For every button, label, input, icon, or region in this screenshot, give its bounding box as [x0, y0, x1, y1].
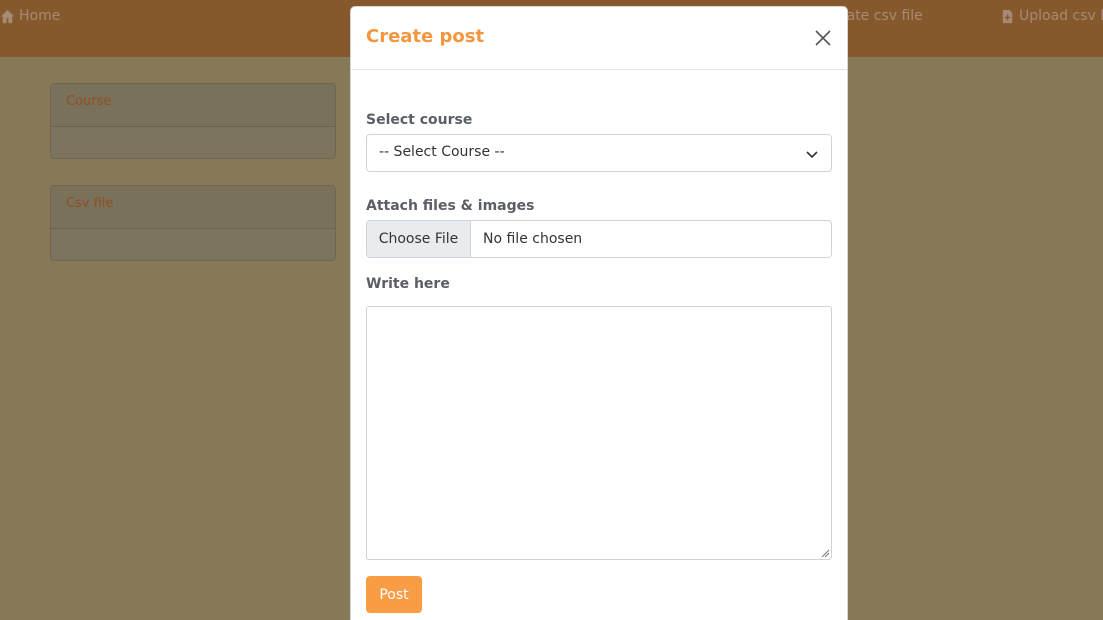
- nav-home-label: Home: [19, 8, 61, 24]
- create-post-modal: Create post Select course -- Select Cour…: [350, 6, 848, 620]
- modal-header: Create post: [351, 7, 847, 70]
- course-card-title: Course: [51, 84, 335, 127]
- csv-card-title: Csv file: [51, 186, 335, 229]
- file-status-text: No file chosen: [483, 231, 583, 247]
- nav-home-link[interactable]: Home: [0, 8, 60, 24]
- course-card: Course: [50, 83, 336, 159]
- attach-files-label: Attach files & images: [366, 198, 535, 214]
- nav-upload-csv-link[interactable]: Upload csv Fi: [1000, 8, 1103, 24]
- nav-create-label: eate csv file: [838, 8, 923, 24]
- file-icon: [1002, 9, 1013, 23]
- resize-handle-icon[interactable]: [821, 549, 830, 558]
- close-icon: [815, 30, 831, 46]
- post-textarea[interactable]: [366, 306, 832, 560]
- csv-card: Csv file: [50, 185, 336, 261]
- nav-upload-label: Upload csv Fi: [1019, 8, 1103, 24]
- post-button[interactable]: Post: [366, 576, 422, 613]
- select-course-label: Select course: [366, 112, 473, 128]
- home-icon: [0, 9, 15, 23]
- write-here-label: Write here: [366, 276, 450, 292]
- nav-create-csv-link[interactable]: eate csv file: [838, 8, 923, 24]
- choose-file-button[interactable]: Choose File: [367, 221, 471, 257]
- close-button[interactable]: [813, 28, 833, 48]
- modal-title: Create post: [366, 26, 485, 47]
- course-select[interactable]: -- Select Course --: [366, 134, 832, 172]
- chevron-down-icon: [806, 151, 818, 159]
- course-select-value: -- Select Course --: [379, 144, 505, 160]
- file-input[interactable]: Choose File No file chosen: [366, 220, 832, 258]
